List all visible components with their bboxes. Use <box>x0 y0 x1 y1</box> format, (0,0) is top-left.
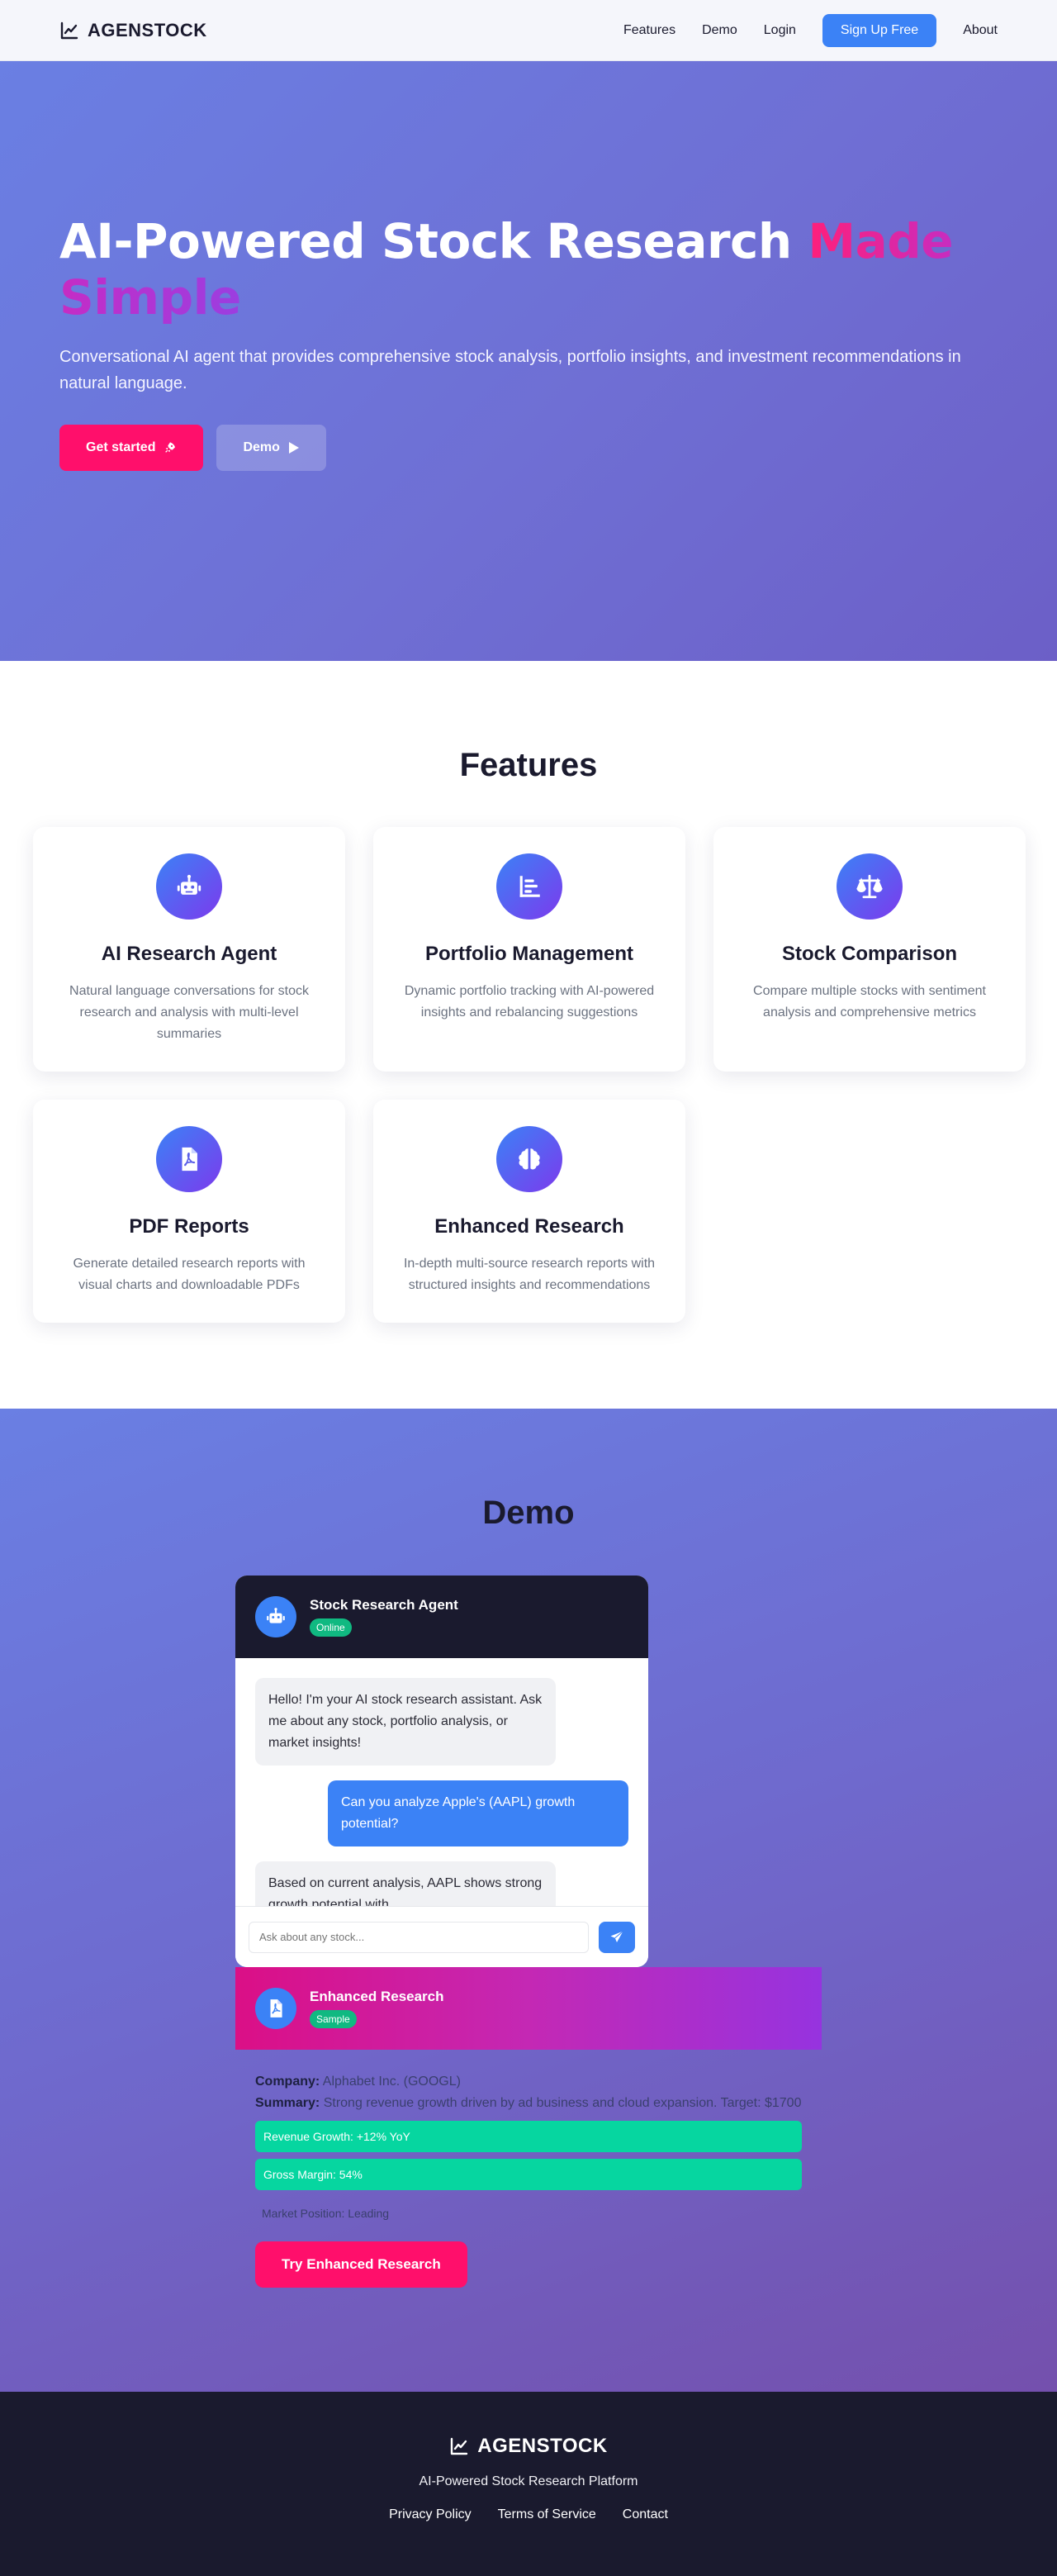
market-position: Market Position: Leading <box>262 2207 390 2220</box>
research-body: Company: Alphabet Inc. (GOOGL) Summary: … <box>235 2050 822 2309</box>
demo-title: Demo <box>482 1495 575 1531</box>
summary-label: Summary: <box>255 2096 320 2110</box>
feature-card: Enhanced Research In-depth multi-source … <box>373 1100 685 1323</box>
paper-plane-icon <box>610 1930 623 1942</box>
summary-value: Strong revenue growth driven by ad busin… <box>323 2096 802 2110</box>
robot-icon <box>156 853 222 920</box>
line-chart-icon <box>60 21 78 39</box>
research-avatar <box>255 1988 296 2029</box>
hero-title: AI-Powered Stock Research Made Simple <box>59 213 993 326</box>
research-title: Enhanced Research <box>310 1989 444 2004</box>
feature-description: Compare multiple stocks with sentiment a… <box>753 984 986 1019</box>
nav-link-about[interactable]: About <box>963 23 998 38</box>
feature-description: Dynamic portfolio tracking with AI-power… <box>404 984 655 1019</box>
get-started-button[interactable]: Get started <box>59 425 204 471</box>
company-line: Company: Alphabet Inc. (GOOGL) <box>255 2071 802 2093</box>
metric-bar: Revenue Growth: +12% YoY <box>255 2121 802 2152</box>
demo-button-label: Demo <box>243 440 280 454</box>
feature-title: Stock Comparison <box>781 943 958 965</box>
demo-section: Demo Stock Research Agent Online Hello! … <box>0 1409 1057 2392</box>
demo-button[interactable]: Demo <box>216 425 326 471</box>
feature-title: Portfolio Management <box>424 943 633 965</box>
brand-name: AGENSTOCK <box>88 19 207 40</box>
balance-scale-icon <box>837 853 903 920</box>
pdf-file-icon <box>270 1999 282 2018</box>
user-message: Can you analyze Apple's (AAPL) growth po… <box>328 1780 628 1846</box>
privacy-policy-link[interactable]: Privacy Policy <box>389 2507 472 2522</box>
footer-brand-name: AGENSTOCK <box>477 2435 608 2457</box>
feature-card: PDF Reports Generate detailed research r… <box>33 1100 345 1323</box>
feature-title: AI Research Agent <box>101 943 277 965</box>
chat-header: Stock Research Agent Online <box>235 1576 648 1658</box>
chat-header-text: Stock Research Agent Online <box>310 1597 458 1637</box>
footer: AGENSTOCK AI-Powered Stock Research Plat… <box>0 2392 1057 2576</box>
chart-bar-icon <box>496 853 562 920</box>
features-title: Features <box>459 747 598 783</box>
agent-avatar <box>255 1596 296 1637</box>
feature-description: Generate detailed research reports with … <box>73 1257 306 1292</box>
feature-card: Stock Comparison Compare multiple stocks… <box>713 827 1026 1072</box>
hero-buttons: Get started Demo <box>59 425 998 471</box>
chat-messages: Hello! I'm your AI stock research assist… <box>235 1658 648 1906</box>
nav-link-features[interactable]: Features <box>623 23 675 38</box>
feature-title: Enhanced Research <box>434 1215 624 1238</box>
signup-button[interactable]: Sign Up Free <box>822 13 937 47</box>
footer-links: Privacy Policy Terms of Service Contact <box>0 2507 1057 2522</box>
get-started-label: Get started <box>86 440 156 454</box>
feature-card: Portfolio Management Dynamic portfolio t… <box>373 827 685 1072</box>
terms-of-service-link[interactable]: Terms of Service <box>498 2507 596 2522</box>
status-badge: Online <box>310 1618 352 1637</box>
nav-link-demo[interactable]: Demo <box>702 23 737 38</box>
nav-link-login[interactable]: Login <box>764 23 796 38</box>
send-button[interactable] <box>599 1921 635 1953</box>
footer-logo[interactable]: AGENSTOCK <box>0 2435 1057 2458</box>
sample-badge: Sample <box>310 2010 357 2028</box>
chat-input-bar <box>235 1906 648 1967</box>
chat-widget: Stock Research Agent Online Hello! I'm y… <box>235 1576 648 1967</box>
rocket-icon <box>165 442 176 453</box>
brain-icon <box>496 1126 562 1192</box>
hero-section: AI-Powered Stock Research Made Simple Co… <box>0 61 1057 661</box>
top-nav: AGENSTOCK Features Demo Login Sign Up Fr… <box>0 0 1057 61</box>
research-header-text: Enhanced Research Sample <box>310 1989 444 2028</box>
brand-logo[interactable]: AGENSTOCK <box>59 20 207 41</box>
hero-title-main: AI-Powered Stock Research <box>59 213 808 269</box>
company-value: Alphabet Inc. (GOOGL) <box>322 2075 461 2089</box>
features-section: Features AI Research Agent Natural langu… <box>0 661 1057 1409</box>
metric-bar: Gross Margin: 54% <box>255 2159 802 2190</box>
footer-tagline: AI-Powered Stock Research Platform <box>419 2474 638 2488</box>
contact-link[interactable]: Contact <box>623 2507 668 2522</box>
chat-input[interactable] <box>249 1921 589 1953</box>
feature-title: PDF Reports <box>129 1215 249 1238</box>
company-label: Company: <box>255 2075 320 2089</box>
robot-icon <box>267 1608 285 1623</box>
pdf-file-icon <box>156 1126 222 1192</box>
feature-card: AI Research Agent Natural language conve… <box>33 827 345 1072</box>
ai-message: Hello! I'm your AI stock research assist… <box>255 1678 556 1766</box>
try-enhanced-research-button[interactable]: Try Enhanced Research <box>255 2241 467 2288</box>
feature-description: Natural language conversations for stock… <box>69 984 309 1041</box>
feature-description: In-depth multi-source research reports w… <box>403 1257 656 1292</box>
line-chart-icon <box>451 2437 468 2455</box>
feature-grid: AI Research Agent Natural language conve… <box>33 827 1026 1323</box>
research-header: Enhanced Research Sample <box>235 1967 822 2050</box>
agent-name: Stock Research Agent <box>310 1597 458 1613</box>
ai-message: Based on current analysis, AAPL shows st… <box>255 1861 556 1906</box>
summary-line: Summary: Strong revenue growth driven by… <box>255 2093 802 2114</box>
nav-links: Features Demo Login Sign Up Free About <box>623 13 998 47</box>
play-icon <box>288 442 299 454</box>
research-card: Enhanced Research Sample Company: Alphab… <box>235 1967 822 2309</box>
hero-subtitle: Conversational AI agent that provides co… <box>59 348 961 392</box>
